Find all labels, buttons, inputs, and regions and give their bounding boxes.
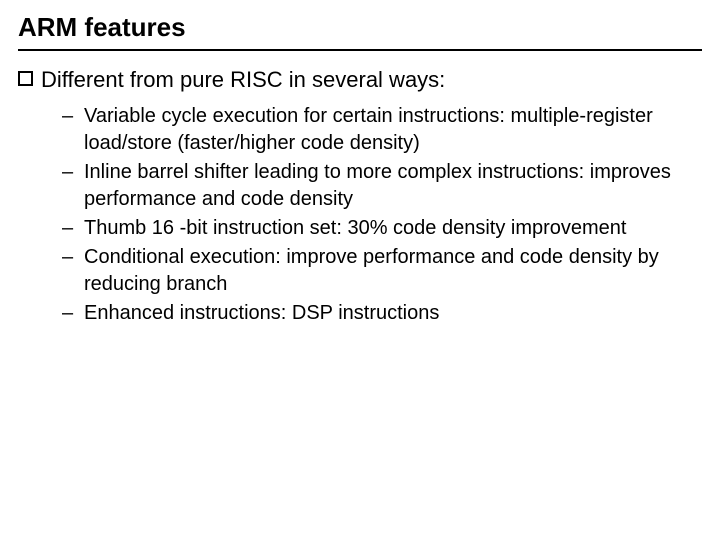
square-bullet-icon	[18, 71, 33, 86]
lead-bullet-row: Different from pure RISC in several ways…	[18, 65, 702, 95]
dash-bullet-icon: –	[62, 244, 84, 298]
dash-bullet-icon: –	[62, 300, 84, 327]
list-item: – Conditional execution: improve perform…	[62, 244, 702, 298]
list-item-text: Conditional execution: improve performan…	[84, 244, 702, 298]
list-item: – Enhanced instructions: DSP instruction…	[62, 300, 702, 327]
dash-bullet-icon: –	[62, 159, 84, 213]
list-item-text: Thumb 16 -bit instruction set: 30% code …	[84, 215, 702, 242]
list-item: – Thumb 16 -bit instruction set: 30% cod…	[62, 215, 702, 242]
list-item-text: Variable cycle execution for certain ins…	[84, 103, 702, 157]
list-item-text: Inline barrel shifter leading to more co…	[84, 159, 702, 213]
dash-bullet-icon: –	[62, 103, 84, 157]
sub-list: – Variable cycle execution for certain i…	[18, 103, 702, 327]
lead-text: Different from pure RISC in several ways…	[41, 65, 702, 95]
dash-bullet-icon: –	[62, 215, 84, 242]
slide-title: ARM features	[18, 12, 702, 51]
list-item-text: Enhanced instructions: DSP instructions	[84, 300, 702, 327]
list-item: – Variable cycle execution for certain i…	[62, 103, 702, 157]
list-item: – Inline barrel shifter leading to more …	[62, 159, 702, 213]
